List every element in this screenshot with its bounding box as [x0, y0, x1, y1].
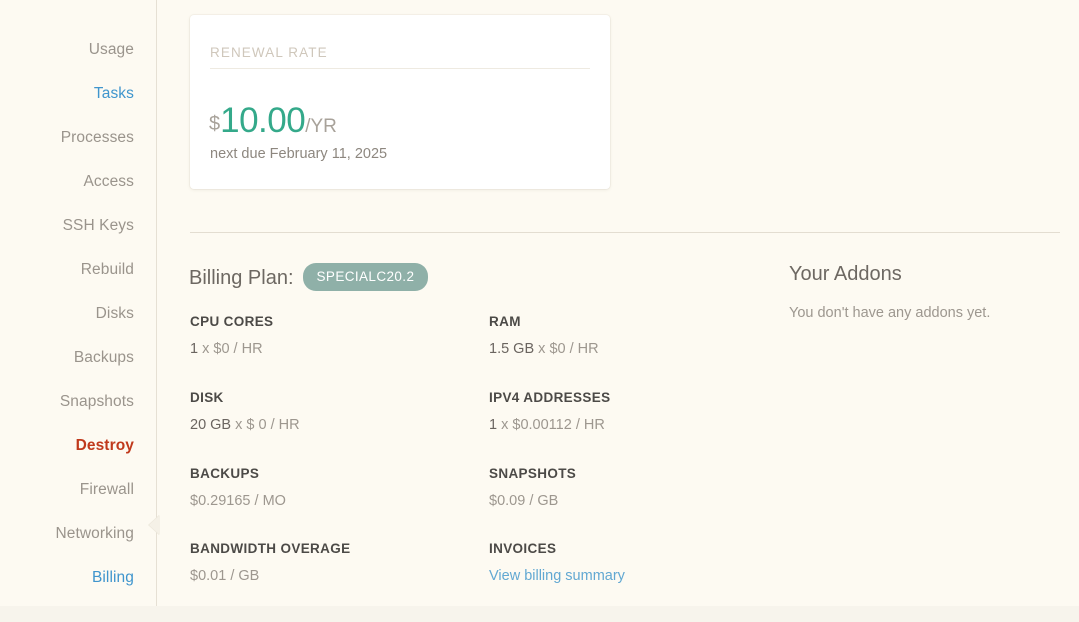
sidebar-item-firewall[interactable]: Firewall — [10, 482, 134, 498]
spec-label: BANDWIDTH OVERAGE — [190, 541, 351, 556]
spec-value-rest: x $0 / HR — [534, 341, 599, 357]
next-due-text: next due February 11, 2025 — [210, 146, 388, 162]
renewal-rate-label: RENEWAL RATE — [210, 45, 328, 60]
spec-label: CPU CORES — [190, 314, 274, 329]
renewal-amount-value: 10.00 — [220, 101, 306, 140]
spec-value: 1 x $0.00112 / HR — [489, 417, 610, 433]
sidebar-item-ssh-keys[interactable]: SSH Keys — [10, 218, 134, 234]
sidebar-item-snapshots[interactable]: Snapshots — [10, 394, 134, 410]
billing-plan-heading: Billing Plan: SPECIALC20.2 — [189, 263, 429, 291]
spec-bandwidth-overage: BANDWIDTH OVERAGE $0.01 / GB — [190, 541, 350, 584]
spec-value: $0.29165 / MO — [190, 493, 286, 509]
sidebar-nav: Usage Tasks Processes Access SSH Keys Re… — [10, 42, 134, 614]
spec-value-number: 20 GB — [190, 417, 232, 433]
spec-label: SNAPSHOTS — [489, 466, 577, 481]
spec-value-number: 1.5 GB — [489, 341, 535, 357]
spec-value-number: 1 — [190, 341, 199, 357]
sidebar-item-networking[interactable]: Networking — [10, 526, 134, 542]
sidebar-item-usage[interactable]: Usage — [10, 42, 134, 58]
page-bottom-strip — [0, 606, 1079, 622]
spec-value: $0.01 / GB — [190, 568, 260, 584]
sidebar-item-billing[interactable]: Billing — [10, 570, 134, 586]
sidebar-item-rebuild[interactable]: Rebuild — [10, 262, 134, 278]
addons-title: Your Addons — [789, 263, 902, 285]
renewal-period: /YR — [305, 116, 337, 137]
spec-value: 1 x $0 / HR — [190, 341, 273, 357]
spec-value-number: 1 — [489, 417, 498, 433]
addons-empty-text: You don't have any addons yet. — [789, 305, 991, 321]
billing-plan-label: Billing Plan: — [189, 267, 294, 289]
section-divider — [190, 232, 1060, 233]
spec-value: 1.5 GB x $0 / HR — [489, 341, 599, 357]
spec-value-rest: x $0.00112 / HR — [497, 417, 605, 433]
chevron-left-icon[interactable] — [147, 512, 163, 538]
currency-symbol: $ — [209, 113, 221, 135]
sidebar-item-tasks[interactable]: Tasks — [10, 86, 134, 102]
spec-value: $0.09 / GB — [489, 493, 559, 509]
spec-ipv4-addresses: IPV4 ADDRESSES 1 x $0.00112 / HR — [489, 390, 610, 433]
spec-snapshots: SNAPSHOTS $0.09 / GB — [489, 466, 576, 509]
sidebar: Usage Tasks Processes Access SSH Keys Re… — [0, 0, 156, 606]
spec-backups: BACKUPS $0.29165 / MO — [190, 466, 286, 509]
spec-value: 20 GB x $ 0 / HR — [190, 417, 300, 433]
spec-label: IPV4 ADDRESSES — [489, 390, 611, 405]
spec-value-rest: x $ 0 / HR — [231, 417, 300, 433]
spec-invoices: INVOICES View billing summary — [489, 541, 625, 584]
renewal-rate-card: RENEWAL RATE $10.00/YR next due February… — [190, 15, 610, 189]
spec-disk: DISK 20 GB x $ 0 / HR — [190, 390, 300, 433]
sidebar-item-processes[interactable]: Processes — [10, 130, 134, 146]
spec-label: RAM — [489, 314, 521, 329]
billing-page: Usage Tasks Processes Access SSH Keys Re… — [0, 0, 1079, 606]
renewal-rate-amount: $10.00/YR — [209, 101, 337, 141]
billing-plan-badge[interactable]: SPECIALC20.2 — [302, 263, 429, 291]
spec-label: DISK — [190, 390, 224, 405]
spec-value: View billing summary — [489, 568, 625, 584]
view-billing-summary-link[interactable]: View billing summary — [489, 568, 625, 584]
spec-value-rest: x $0 / HR — [198, 341, 263, 357]
sidebar-item-access[interactable]: Access — [10, 174, 134, 190]
chevron-left-glyph — [149, 515, 160, 535]
spec-ram: RAM 1.5 GB x $0 / HR — [489, 314, 599, 357]
card-divider — [210, 68, 590, 69]
spec-label: BACKUPS — [190, 466, 260, 481]
sidebar-item-backups[interactable]: Backups — [10, 350, 134, 366]
sidebar-item-destroy[interactable]: Destroy — [10, 438, 134, 454]
spec-label: INVOICES — [489, 541, 557, 556]
sidebar-item-disks[interactable]: Disks — [10, 306, 134, 322]
spec-cpu-cores: CPU CORES 1 x $0 / HR — [190, 314, 273, 357]
